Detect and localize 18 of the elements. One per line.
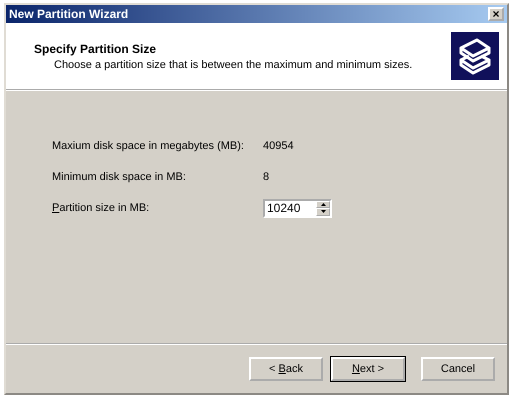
down-caret-icon — [320, 210, 326, 214]
spin-up-button[interactable] — [316, 200, 330, 208]
field-value: 40954 — [263, 140, 295, 152]
field-label: Partition size in MB: — [52, 202, 150, 214]
page-subtitle: Choose a partition size that is between the maximum and minimum sizes. — [53, 58, 412, 70]
field-label: Maxium disk space in megabytes (MB): — [52, 140, 245, 152]
wizard-button[interactable]: Next > — [331, 357, 405, 381]
page-title: Specify Partition Size — [34, 42, 158, 56]
disks-icon — [451, 32, 499, 80]
close-button[interactable]: × — [488, 7, 504, 21]
wizard-button[interactable]: Cancel — [421, 357, 495, 381]
field-value: 8 — [263, 171, 270, 183]
partition-size-spinbox[interactable]: 10240 — [263, 198, 332, 218]
up-caret-icon — [320, 202, 326, 206]
field-label: Minimum disk space in MB: — [52, 171, 187, 183]
wizard-button[interactable]: < Back — [249, 357, 323, 381]
spin-down-button[interactable] — [316, 208, 330, 216]
window-title: New Partition Wizard — [9, 7, 128, 21]
